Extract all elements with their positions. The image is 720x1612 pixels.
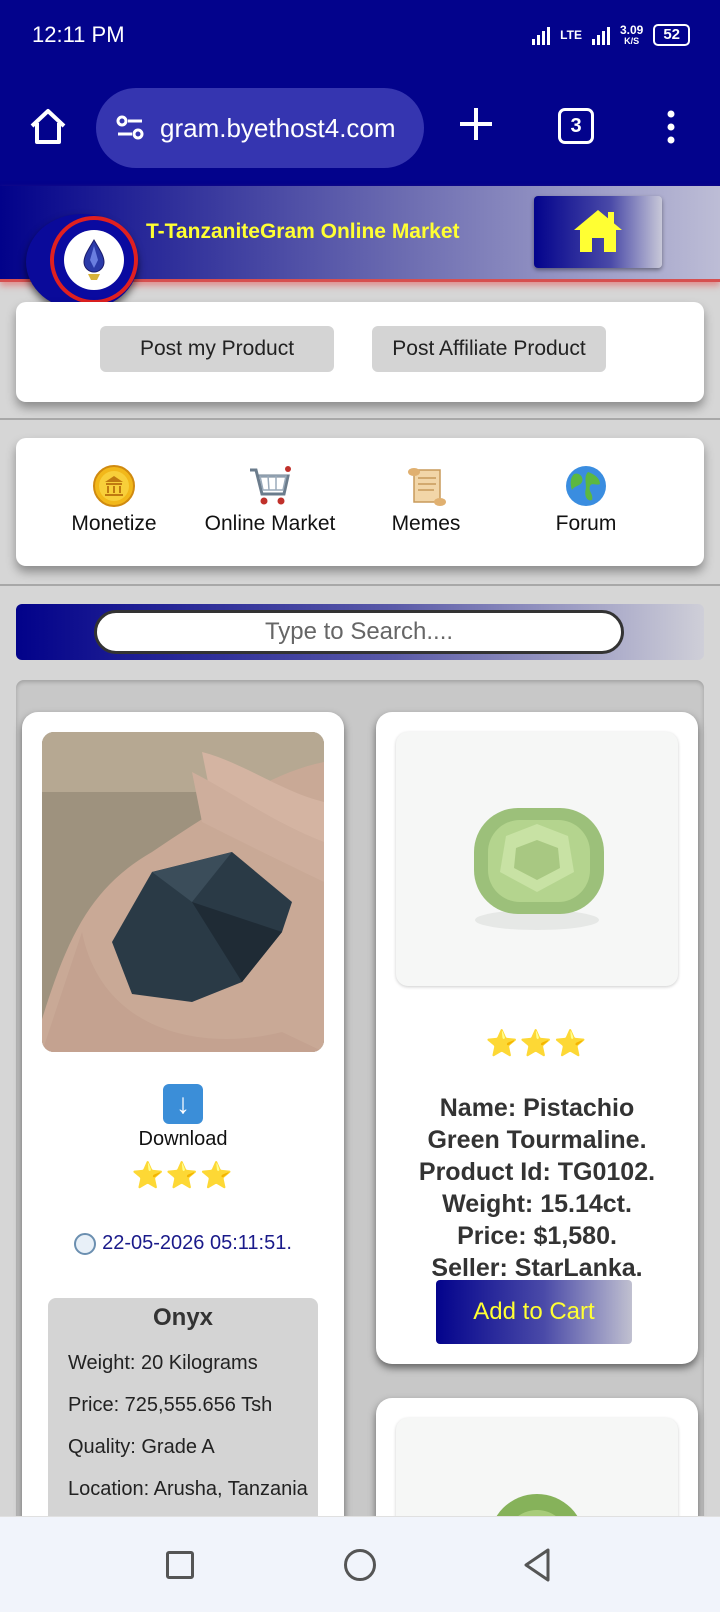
signal-icon-2 — [591, 25, 610, 45]
new-tab-icon[interactable] — [458, 106, 494, 142]
category-nav: Monetize Online Market Memes Forum — [16, 438, 704, 566]
divider — [0, 418, 720, 420]
download-button[interactable]: ↓ Download — [22, 1084, 344, 1151]
signal-icon — [532, 25, 551, 45]
search-bar — [16, 604, 704, 660]
shopping-cart-icon — [250, 466, 291, 505]
nav-item-label: Forum — [555, 512, 617, 535]
product-card[interactable]: ↓ Download ⭐⭐⭐ 22-05-2026 05:11:51. Onyx… — [22, 712, 344, 1558]
recent-apps-button[interactable] — [166, 1551, 194, 1579]
more-options-icon[interactable] — [664, 110, 678, 144]
add-to-cart-button[interactable]: Add to Cart — [436, 1280, 632, 1344]
product-quality: Quality: Grade A — [68, 1436, 215, 1458]
address-bar[interactable]: gram.byethost4.com — [96, 88, 424, 168]
home-button[interactable] — [344, 1549, 376, 1581]
tanzanite-gem-icon — [64, 230, 124, 290]
star-rating: ⭐⭐⭐ — [131, 1160, 235, 1190]
system-navigation-bar — [0, 1516, 720, 1612]
product-weight: Weight: 20 Kilograms — [68, 1352, 258, 1374]
product-price: Price: 725,555.656 Tsh — [68, 1394, 273, 1416]
battery-icon: 52 — [653, 24, 690, 46]
post-date-text: 22-05-2026 05:11:51. — [102, 1232, 292, 1254]
network-type: LTE — [560, 28, 582, 42]
header-home-button[interactable] — [534, 196, 662, 268]
globe-icon — [566, 466, 606, 506]
post-date: 22-05-2026 05:11:51. — [22, 1232, 344, 1255]
product-name: Name: Pistachio Green Tourmaline. — [427, 1094, 647, 1154]
site-title: T-TanzaniteGram Online Market — [146, 220, 460, 243]
product-image[interactable] — [42, 732, 324, 1052]
nav-item-forum[interactable]: Forum — [506, 464, 666, 536]
star-rating: ⭐⭐⭐ — [485, 1028, 589, 1058]
clock-icon — [74, 1232, 97, 1255]
network-speed: 3.09 K/S — [619, 22, 644, 46]
product-location: Location: Arusha, Tanzania — [68, 1478, 308, 1500]
house-icon — [574, 210, 622, 252]
post-my-product-button[interactable]: Post my Product — [100, 326, 334, 372]
site-settings-icon[interactable] — [114, 112, 146, 144]
nav-item-label: Monetize — [71, 512, 157, 535]
back-button[interactable] — [522, 1547, 552, 1583]
product-details: Name: Pistachio Green Tourmaline. Produc… — [376, 1092, 698, 1284]
site-header: T-TanzaniteGram Online Market — [0, 186, 720, 310]
status-icons: LTE 3.09 K/S 52 — [532, 24, 690, 46]
post-affiliate-product-button[interactable]: Post Affiliate Product — [372, 326, 606, 372]
download-label: Download — [138, 1128, 228, 1150]
product-image[interactable] — [396, 732, 678, 986]
nav-item-label: Memes — [391, 512, 461, 535]
tab-switcher-button[interactable]: 3 — [558, 108, 594, 144]
post-actions-card: Post my Product Post Affiliate Product — [16, 302, 704, 402]
product-grid: ↓ Download ⭐⭐⭐ 22-05-2026 05:11:51. Onyx… — [16, 680, 704, 1612]
home-icon[interactable] — [28, 106, 68, 146]
coin-icon — [93, 465, 135, 507]
divider — [0, 584, 720, 586]
download-arrow-icon: ↓ — [163, 1084, 203, 1124]
nav-item-label: Online Market — [204, 512, 336, 535]
status-bar: 12:11 PM LTE 3.09 K/S 52 — [0, 0, 720, 76]
site-logo[interactable] — [50, 216, 138, 304]
scroll-icon — [408, 468, 446, 506]
product-name: Onyx — [152, 1304, 214, 1331]
product-id: Product Id: TG0102. — [418, 1158, 656, 1186]
nav-item-online-market[interactable]: Online Market — [190, 464, 350, 536]
browser-toolbar: gram.byethost4.com 3 — [0, 76, 720, 186]
product-weight: Weight: 15.14ct. — [442, 1190, 632, 1218]
status-time: 12:11 PM — [32, 22, 125, 47]
nav-item-monetize[interactable]: Monetize — [34, 464, 194, 536]
url-text: gram.byethost4.com — [160, 112, 396, 143]
product-price: Price: $1,580. — [457, 1222, 617, 1250]
product-card[interactable]: ⭐⭐⭐ Name: Pistachio Green Tourmaline. Pr… — [376, 712, 698, 1364]
search-input[interactable] — [94, 610, 624, 654]
nav-item-memes[interactable]: Memes — [346, 464, 506, 536]
